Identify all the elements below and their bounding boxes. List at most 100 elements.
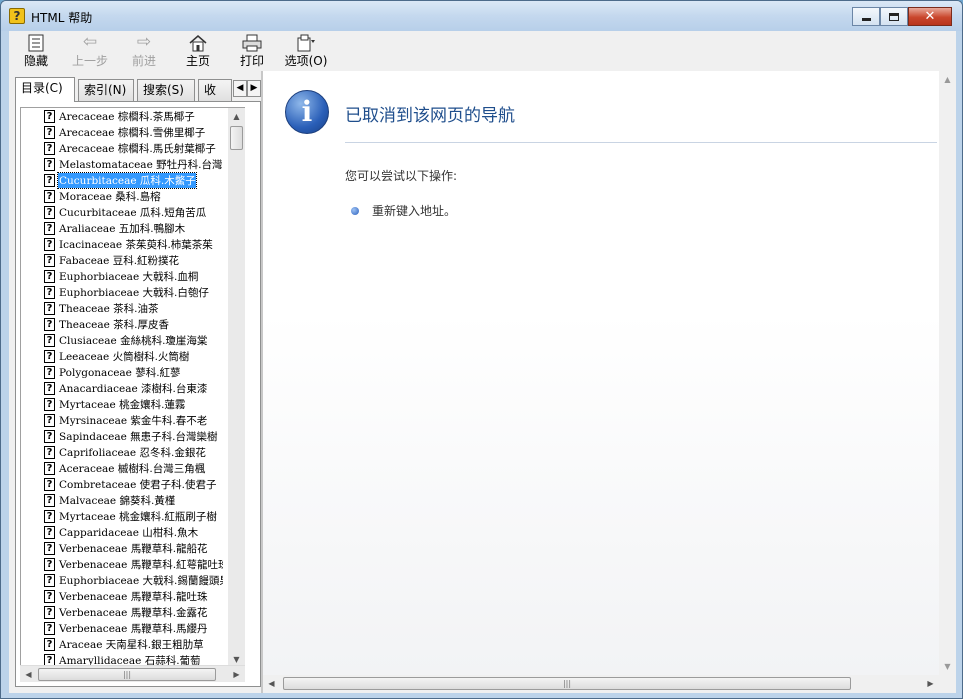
help-topic-icon: ? (44, 141, 55, 155)
maximize-button[interactable] (880, 7, 908, 26)
hide-button[interactable]: 隐藏 (9, 31, 63, 71)
tree-horizontal-scrollbar[interactable]: ◀ ||| ▶ (20, 665, 245, 682)
tree-item[interactable]: ? Polygonaceae 蓼科.紅蓼 (21, 364, 229, 380)
tree-item[interactable]: ? Arecaceae 棕櫚科.茶馬椰子 (21, 108, 229, 124)
bullet-icon (351, 206, 359, 215)
help-topic-icon: ? (44, 333, 55, 347)
tree-item-label: Clusiaceae 金絲桃科.瓊崖海棠 (59, 334, 208, 347)
tree-item[interactable]: ? Myrsinaceae 紫金牛科.春不老 (21, 412, 229, 428)
tree-item[interactable]: ? Moraceae 桑科.島榕 (21, 188, 229, 204)
hscroll-thumb[interactable]: ||| (283, 677, 851, 690)
help-topic-icon: ? (44, 157, 55, 171)
tree-item-label: Myrtaceae 桃金孃科.蓮霧 (59, 398, 186, 411)
tree-item[interactable]: ? Myrtaceae 桃金孃科.蓮霧 (21, 396, 229, 412)
home-button[interactable]: 主页 (171, 31, 225, 71)
help-topic-icon: ? (44, 173, 55, 187)
topic-vertical-scrollbar[interactable]: ▲ ▼ (939, 71, 956, 675)
printer-icon (241, 31, 263, 53)
tree-item[interactable]: ? Verbenaceae 馬鞭草科.馬纓丹 (21, 620, 229, 636)
tab-scroll-right-icon[interactable]: ▶ (247, 80, 261, 97)
print-button[interactable]: 打印 (225, 31, 279, 71)
title-bar[interactable]: ? HTML 帮助 ✕ (1, 1, 962, 31)
scroll-down-icon[interactable]: ▼ (939, 658, 956, 675)
tree-item[interactable]: ? Euphorbiaceae 大戟科.血桐 (21, 268, 229, 284)
tree-item-label: Melastomataceae 野牡丹科.台灣 (59, 158, 223, 171)
tree-item-label: Myrsinaceae 紫金牛科.春不老 (59, 414, 208, 427)
options-button[interactable]: 选项(O) (279, 31, 333, 71)
tree-item[interactable]: ? Aceraceae 槭樹科.台灣三角楓 (21, 460, 229, 476)
tree-item-label: Fabaceae 豆科.紅粉撲花 (59, 254, 180, 267)
tree-item-label: Cucurbitaceae 瓜科.短角苦瓜 (59, 206, 207, 219)
help-topic-icon: ? (44, 109, 55, 123)
tree-vertical-scrollbar[interactable]: ▲ ▼ (228, 108, 245, 667)
help-topic-icon: ? (44, 269, 55, 283)
tree-item-label: Anacardiaceae 漆樹科.台東漆 (59, 382, 208, 395)
topic-horizontal-scrollbar[interactable]: ◀ ||| ▶ (263, 675, 939, 693)
scroll-left-icon[interactable]: ◀ (263, 675, 280, 693)
scroll-left-icon[interactable]: ◀ (20, 666, 37, 683)
tree-item[interactable]: ? Theaceae 茶科.油茶 (21, 300, 229, 316)
window-title: HTML 帮助 (31, 11, 93, 25)
tree-item[interactable]: ? Malvaceae 錦葵科.黃槿 (21, 492, 229, 508)
tab-favorites[interactable]: 收 (198, 79, 232, 101)
help-topic-icon: ? (44, 637, 55, 651)
scroll-up-icon[interactable]: ▲ (939, 71, 956, 88)
tree-item[interactable]: ? Myrtaceae 桃金孃科.紅瓶刷子樹 (21, 508, 229, 524)
tree-item-label: Verbenaceae 馬鞭草科.龍吐珠 (59, 590, 208, 603)
tab-scroll-left-icon[interactable]: ◀ (233, 80, 247, 97)
tree-item[interactable]: ? Anacardiaceae 漆樹科.台東漆 (21, 380, 229, 396)
tree-item[interactable]: ? Combretaceae 使君子科.使君子 (21, 476, 229, 492)
tree-item[interactable]: ? Euphorbiaceae 大戟科.白匏仔 (21, 284, 229, 300)
tree-item[interactable]: ? Arecaceae 棕櫚科.雪佛里椰子 (21, 124, 229, 140)
help-window: ? HTML 帮助 ✕ 隐藏 ⇦ 上一步 ⇨ 前进 主页 打印 选项(O) 目录… (0, 0, 963, 699)
tree-item[interactable]: ? Cucurbitaceae 瓜科.木鱉子 (21, 171, 229, 189)
toolbar: 隐藏 ⇦ 上一步 ⇨ 前进 主页 打印 选项(O) (9, 31, 956, 71)
scroll-up-icon[interactable]: ▲ (228, 108, 245, 125)
tree-item[interactable]: ? Verbenaceae 馬鞭草科.龍吐珠 (21, 588, 229, 604)
tree-item[interactable]: ? Theaceae 茶科.厚皮香 (21, 316, 229, 332)
tree-item[interactable]: ? Araceae 天南星科.銀王粗肋草 (21, 636, 229, 652)
nav-tabs: 目录(C) 索引(N) 搜索(S) 收 ◀ ▶ (15, 77, 261, 102)
tree-item[interactable]: ? Cucurbitaceae 瓜科.短角苦瓜 (21, 204, 229, 220)
scroll-thumb[interactable] (230, 126, 243, 150)
help-topic-icon: ? (44, 509, 55, 523)
tree-item-label: Polygonaceae 蓼科.紅蓼 (59, 366, 181, 379)
forward-button[interactable]: ⇨ 前进 (117, 31, 171, 71)
tree-item[interactable]: ? Caprifoliaceae 忍冬科.金銀花 (21, 444, 229, 460)
tree-item[interactable]: ? Verbenaceae 馬鞭草科.龍船花 (21, 540, 229, 556)
tab-search[interactable]: 搜索(S) (137, 79, 195, 101)
tree-item[interactable]: ? Fabaceae 豆科.紅粉撲花 (21, 252, 229, 268)
help-topic-icon: ? (44, 621, 55, 635)
tree-item[interactable]: ? Arecaceae 棕櫚科.馬氏射葉椰子 (21, 140, 229, 156)
tree-item[interactable]: ? Capparidaceae 山柑科.魚木 (21, 524, 229, 540)
minimize-button[interactable] (852, 7, 880, 26)
tree-item-label: Combretaceae 使君子科.使君子 (59, 478, 217, 491)
hide-label: 隐藏 (23, 54, 48, 68)
scroll-right-icon[interactable]: ▶ (228, 666, 245, 683)
tree-item[interactable]: ? Verbenaceae 馬鞭草科.金露花 (21, 604, 229, 620)
help-topic-icon: ? (44, 317, 55, 331)
close-button[interactable]: ✕ (908, 7, 952, 26)
tree-item-label: Capparidaceae 山柑科.魚木 (59, 526, 199, 539)
tree-item[interactable]: ? Euphorbiaceae 大戟科.錫蘭饅頭果 (21, 572, 229, 588)
back-button[interactable]: ⇦ 上一步 (63, 31, 117, 71)
topic-content: i 已取消到该网页的导航 您可以尝试以下操作: 重新键入地址。 (263, 71, 939, 675)
tree-item[interactable]: ? Icacinaceae 茶茱萸科.柿葉茶茱 (21, 236, 229, 252)
contents-tree[interactable]: ? Arecaceae 棕櫚科.茶馬椰子? Arecaceae 棕櫚科.雪佛里椰子?… (20, 107, 245, 667)
tree-item[interactable]: ? Melastomataceae 野牡丹科.台灣 (21, 156, 229, 172)
topic-pane: i 已取消到该网页的导航 您可以尝试以下操作: 重新键入地址。 ▲ ▼ ◀ ||… (261, 71, 956, 693)
tree-item[interactable]: ? Clusiaceae 金絲桃科.瓊崖海棠 (21, 332, 229, 348)
tree-item-label: Sapindaceae 無患子科.台灣欒樹 (59, 430, 218, 443)
tree-item-label: Arecaceae 棕櫚科.茶馬椰子 (59, 110, 195, 123)
tree-item[interactable]: ? Araliaceae 五加科.鴨腳木 (21, 220, 229, 236)
hscroll-thumb[interactable]: ||| (38, 668, 216, 681)
back-label: 上一步 (71, 54, 108, 68)
help-topic-icon: ? (44, 221, 55, 235)
tab-contents[interactable]: 目录(C) (15, 77, 75, 102)
scroll-right-icon[interactable]: ▶ (922, 675, 939, 693)
tree-item[interactable]: ? Verbenaceae 馬鞭草科.紅萼龍吐珠 (21, 556, 229, 572)
tab-index[interactable]: 索引(N) (78, 79, 134, 101)
tree-item[interactable]: ? Sapindaceae 無患子科.台灣欒樹 (21, 428, 229, 444)
home-icon (188, 31, 208, 53)
tree-item[interactable]: ? Leeaceae 火筒樹科.火筒樹 (21, 348, 229, 364)
